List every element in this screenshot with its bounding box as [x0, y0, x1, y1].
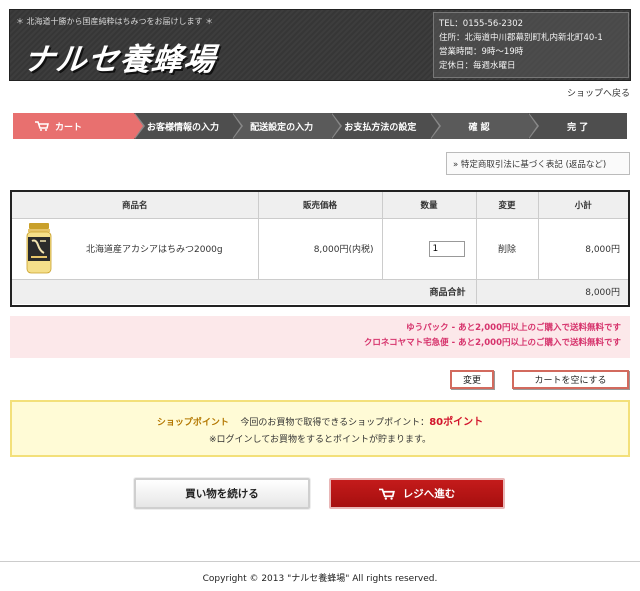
header-price: 販売価格 [258, 192, 383, 219]
checkout-label: レジへ進む [402, 488, 456, 500]
product-image[interactable] [26, 222, 52, 275]
back-to-shop-link[interactable]: ショップへ戻る [567, 86, 630, 99]
cart-icon [35, 121, 49, 131]
cart-table: 商品名 販売価格 数量 変更 小計 北海道産アカシアはちみつ2000g 8,00… [10, 190, 630, 307]
step-customer-info: お客様情報の入力 [133, 113, 244, 139]
tagline: ＊ 北海道十勝から国産純粋はちみつをお届けします ＊ [16, 17, 214, 26]
step-payment: お支払方法の設定 [331, 113, 441, 139]
continue-shopping-button[interactable]: 買い物を続ける [134, 478, 310, 509]
step-delivery: 配送設定の入力 [232, 113, 343, 139]
shop-info-box: TEL：0155-56-2302 住所：北海道中川郡幕別町札内新北町40-1 営… [433, 12, 629, 78]
header-change: 変更 [476, 192, 539, 219]
step-cart: カート [13, 113, 145, 139]
header-quantity: 数量 [382, 192, 477, 219]
points-value: 80ポイント [429, 417, 484, 428]
delete-link[interactable]: 削除 [476, 218, 539, 280]
points-label: ショップポイント [156, 418, 229, 428]
step-label: お支払方法の設定 [344, 122, 417, 133]
total-label: 商品合計 [12, 279, 477, 304]
free-shipping-notice: ゆうパック - あと2,000円以上のご購入で送料無料です クロネコヤマト宅急便… [10, 316, 630, 358]
step-confirm: 確 認 [429, 113, 540, 139]
table-row: 北海道産アカシアはちみつ2000g 8,000円(内税) 削除 8,000円 [12, 218, 628, 280]
header-product-name: 商品名 [12, 192, 259, 219]
step-label: お客様情報の入力 [147, 122, 220, 133]
shop-closed-days: 定休日：毎週水曜日 [439, 61, 516, 71]
checkout-steps: カート お客様情報の入力 配送設定の入力 お支払方法の設定 確 認 完 了 [13, 113, 628, 139]
step-label: カート [55, 122, 83, 133]
header-subtotal: 小計 [538, 192, 628, 219]
copyright: Copyright © 2013 "ナルセ養蜂場" All rights res… [202, 574, 438, 584]
empty-cart-button[interactable]: カートを空にする [512, 370, 629, 389]
site-header: ＊ 北海道十勝から国産純粋はちみつをお届けします ＊ ナルセ養蜂場 TEL：01… [9, 9, 631, 81]
checkout-button[interactable]: レジへ進む [329, 478, 505, 509]
yamato-notice: クロネコヤマト宅急便 - あと2,000円以上のご購入で送料無料です [363, 338, 621, 348]
item-subtotal: 8,000円 [538, 218, 628, 280]
shop-phone: TEL：0155-56-2302 [439, 19, 524, 29]
quantity-input[interactable] [428, 240, 465, 257]
total-value: 8,000円 [476, 279, 628, 304]
step-label: 確 認 [468, 122, 490, 133]
step-label: 完 了 [567, 122, 589, 133]
step-complete: 完 了 [528, 113, 628, 139]
step-label: 配送設定の入力 [250, 122, 314, 133]
total-row: 商品合計 8,000円 [12, 279, 628, 304]
shop-address: 住所：北海道中川郡幕別町札内新北町40-1 [439, 33, 603, 43]
footer-divider [0, 561, 640, 562]
update-button[interactable]: 変更 [450, 370, 494, 389]
site-logo[interactable]: ナルセ養蜂場 [22, 34, 219, 79]
product-name[interactable]: 北海道産アカシアはちみつ2000g [86, 242, 223, 255]
shop-hours: 営業時間：9時〜19時 [439, 47, 524, 57]
yupack-notice: ゆうパック - あと2,000円以上のご購入で送料無料です [406, 323, 621, 333]
shop-points-box: ショップポイント 今回のお買物で取得できるショップポイント：80ポイント ※ログ… [10, 400, 630, 457]
points-text: 今回のお買物で取得できるショップポイント： [240, 418, 430, 428]
points-note: ※ログインしてお買物をするとポイントが貯まります。 [208, 435, 432, 445]
legal-notice-link[interactable]: » 特定商取引法に基づく表記 (返品など) [446, 152, 630, 175]
product-price: 8,000円(内税) [258, 218, 383, 280]
cart-icon [378, 488, 395, 500]
